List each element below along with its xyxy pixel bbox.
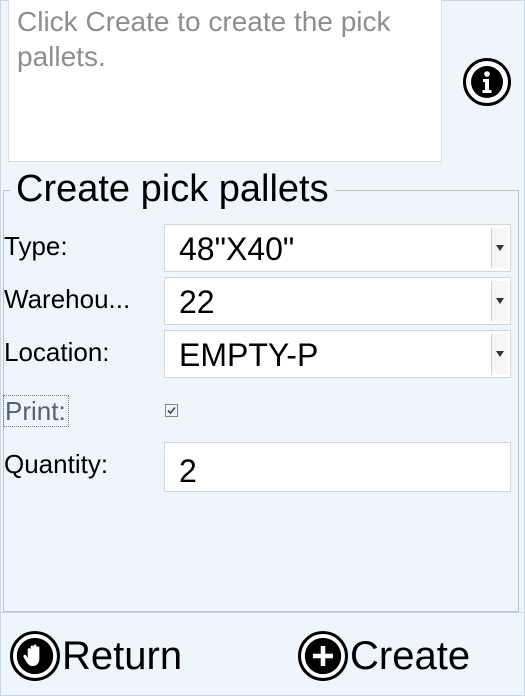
chevron-down-icon[interactable] [491,281,508,321]
type-select[interactable]: 48"X40" [164,224,511,272]
chevron-down-icon[interactable] [491,228,508,268]
location-value: EMPTY-P [179,337,319,373]
create-label: Create [350,633,471,678]
create-button[interactable]: Create [298,628,470,684]
location-select[interactable]: EMPTY-P [164,330,511,378]
print-label[interactable]: Print: [3,395,69,427]
location-label: Location: [4,337,110,367]
warehouse-select[interactable]: 22 [164,277,511,325]
instructions-text: Click Create to create the pick pallets. [8,0,442,162]
quantity-input[interactable]: 2 [164,442,511,492]
warehouse-label: Warehou... [4,284,131,314]
return-button[interactable]: Return [10,628,182,684]
checkmark-icon [167,406,176,415]
type-label: Type: [4,231,68,261]
return-label: Return [62,633,183,678]
quantity-label: Quantity: [4,449,109,479]
divider [0,612,523,613]
hand-stop-icon [10,631,60,681]
plus-circle-icon [298,631,348,681]
group-title: Create pick pallets [10,166,335,212]
type-value: 48"X40" [179,231,295,267]
info-icon [471,66,503,98]
info-button[interactable] [463,58,511,106]
chevron-down-icon[interactable] [491,334,508,374]
print-checkbox[interactable] [165,404,178,417]
warehouse-value: 22 [179,284,215,320]
